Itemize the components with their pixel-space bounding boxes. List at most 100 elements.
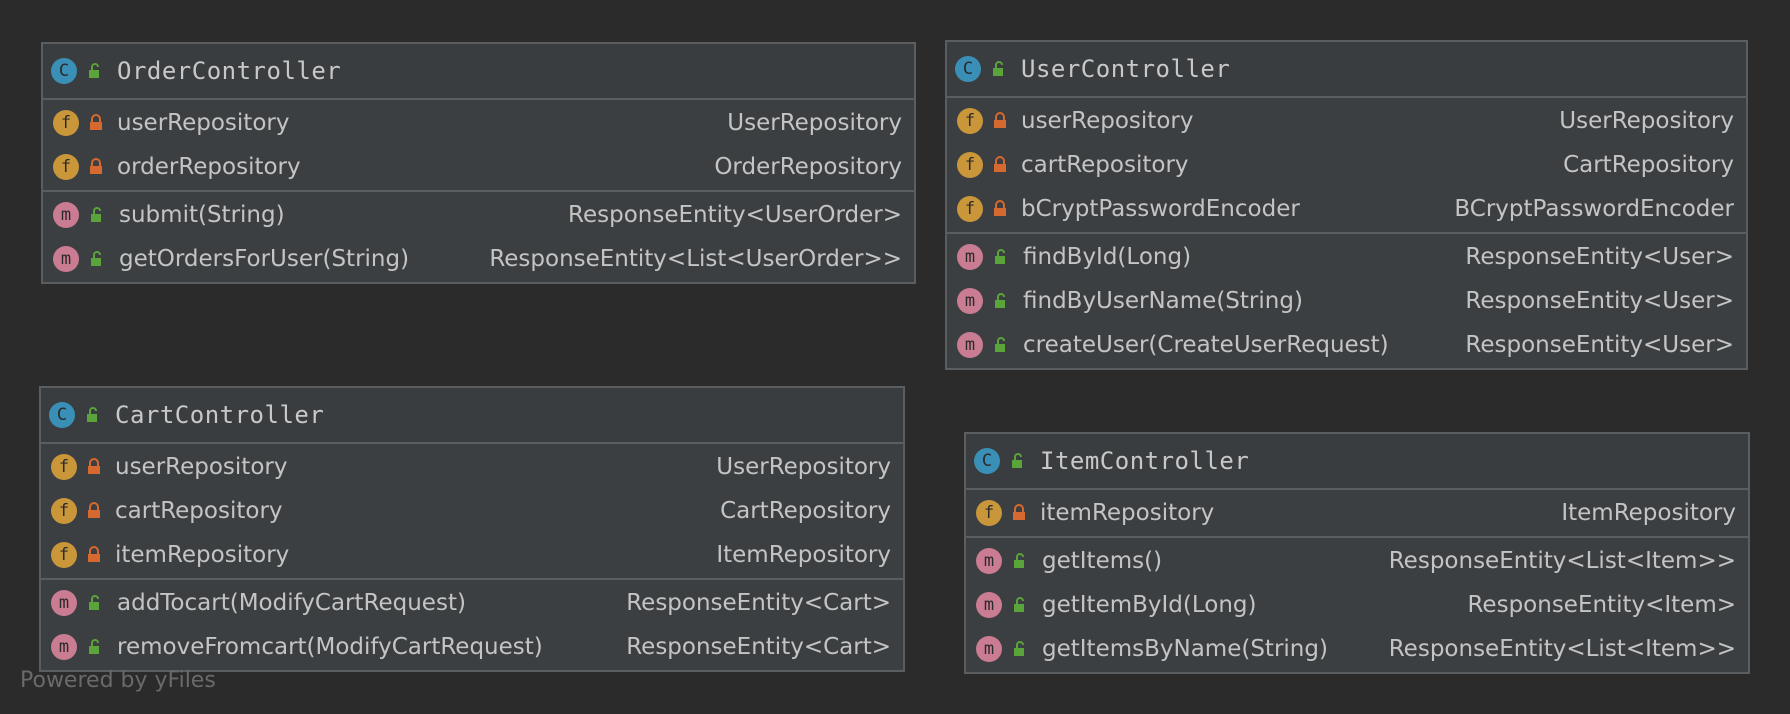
field-name: bCryptPasswordEncoder <box>1021 196 1300 222</box>
method-icon: m <box>976 592 1002 618</box>
field-name: cartRepository <box>115 498 283 524</box>
fields-section: f userRepository UserRepository f cartRe… <box>947 98 1746 234</box>
class-icon: C <box>974 448 1000 474</box>
method-name: submit(String) <box>119 202 285 228</box>
method-name: getItemsByName(String) <box>1042 636 1328 662</box>
field-name: userRepository <box>117 110 290 136</box>
field-type: ItemRepository <box>716 542 891 568</box>
method-return-type: ResponseEntity<List<Item>> <box>1388 636 1736 662</box>
field-row[interactable]: f cartRepository CartRepository <box>41 489 903 533</box>
public-lock-icon <box>89 250 105 268</box>
field-row[interactable]: f userRepository UserRepository <box>947 99 1746 143</box>
public-lock-icon <box>1012 552 1028 570</box>
field-row[interactable]: f userRepository UserRepository <box>41 445 903 489</box>
class-header[interactable]: C ItemController <box>966 434 1748 490</box>
method-row[interactable]: m getItemById(Long) ResponseEntity<Item> <box>966 583 1748 627</box>
fields-section: f userRepository UserRepository f orderR… <box>43 100 914 192</box>
class-icon: C <box>51 58 77 84</box>
class-header[interactable]: C OrderController <box>43 44 914 100</box>
method-row[interactable]: m createUser(CreateUserRequest) Response… <box>947 323 1746 367</box>
field-row[interactable]: f bCryptPasswordEncoder BCryptPasswordEn… <box>947 187 1746 231</box>
field-type: OrderRepository <box>714 154 902 180</box>
method-icon: m <box>53 202 79 228</box>
method-icon: m <box>957 288 983 314</box>
methods-section: m getItems() ResponseEntity<List<Item>> … <box>966 538 1748 672</box>
field-icon: f <box>51 542 77 568</box>
class-title: UserController <box>1021 55 1231 83</box>
method-return-type: ResponseEntity<List<Item>> <box>1388 548 1736 574</box>
method-name: findByUserName(String) <box>1023 288 1303 314</box>
method-row[interactable]: m getOrdersForUser(String) ResponseEntit… <box>43 237 914 281</box>
private-lock-icon <box>87 546 101 564</box>
field-icon: f <box>51 498 77 524</box>
method-name: createUser(CreateUserRequest) <box>1023 332 1389 358</box>
class-title: ItemController <box>1040 447 1250 475</box>
method-icon: m <box>957 332 983 358</box>
method-row[interactable]: m getItemsByName(String) ResponseEntity<… <box>966 627 1748 671</box>
method-name: removeFromcart(ModifyCartRequest) <box>117 634 543 660</box>
field-name: itemRepository <box>115 542 290 568</box>
private-lock-icon <box>89 114 103 132</box>
private-lock-icon <box>87 458 101 476</box>
method-icon: m <box>51 634 77 660</box>
method-return-type: ResponseEntity<Cart> <box>626 590 891 616</box>
field-icon: f <box>957 152 983 178</box>
item-controller-box[interactable]: C ItemController f itemRepository ItemRe… <box>964 432 1750 674</box>
methods-section: m findById(Long) ResponseEntity<User> m … <box>947 234 1746 368</box>
class-header[interactable]: C UserController <box>947 42 1746 98</box>
field-icon: f <box>53 110 79 136</box>
field-row[interactable]: f itemRepository ItemRepository <box>966 491 1748 535</box>
field-type: BCryptPasswordEncoder <box>1454 196 1734 222</box>
method-return-type: ResponseEntity<UserOrder> <box>568 202 902 228</box>
public-lock-icon <box>89 206 105 224</box>
method-row[interactable]: m findById(Long) ResponseEntity<User> <box>947 235 1746 279</box>
method-return-type: ResponseEntity<Cart> <box>626 634 891 660</box>
method-icon: m <box>51 590 77 616</box>
cart-controller-box[interactable]: C CartController f userRepository UserRe… <box>39 386 905 672</box>
field-icon: f <box>976 500 1002 526</box>
field-icon: f <box>957 196 983 222</box>
public-lock-icon <box>1010 452 1026 470</box>
field-icon: f <box>51 454 77 480</box>
public-lock-icon <box>87 594 103 612</box>
method-row[interactable]: m submit(String) ResponseEntity<UserOrde… <box>43 193 914 237</box>
method-return-type: ResponseEntity<User> <box>1465 288 1734 314</box>
method-row[interactable]: m removeFromcart(ModifyCartRequest) Resp… <box>41 625 903 669</box>
public-lock-icon <box>87 638 103 656</box>
method-row[interactable]: m addTocart(ModifyCartRequest) ResponseE… <box>41 581 903 625</box>
method-return-type: ResponseEntity<User> <box>1465 244 1734 270</box>
field-row[interactable]: f itemRepository ItemRepository <box>41 533 903 577</box>
method-return-type: ResponseEntity<List<UserOrder>> <box>489 246 902 272</box>
public-lock-icon <box>85 406 101 424</box>
method-icon: m <box>976 636 1002 662</box>
method-return-type: ResponseEntity<Item> <box>1467 592 1736 618</box>
private-lock-icon <box>1012 504 1026 522</box>
method-icon: m <box>53 246 79 272</box>
field-row[interactable]: f cartRepository CartRepository <box>947 143 1746 187</box>
order-controller-box[interactable]: C OrderController f userRepository UserR… <box>41 42 916 284</box>
method-row[interactable]: m getItems() ResponseEntity<List<Item>> <box>966 539 1748 583</box>
field-icon: f <box>53 154 79 180</box>
method-row[interactable]: m findByUserName(String) ResponseEntity<… <box>947 279 1746 323</box>
field-row[interactable]: f userRepository UserRepository <box>43 101 914 145</box>
method-icon: m <box>976 548 1002 574</box>
class-header[interactable]: C CartController <box>41 388 903 444</box>
method-return-type: ResponseEntity<User> <box>1465 332 1734 358</box>
field-type: UserRepository <box>727 110 902 136</box>
methods-section: m submit(String) ResponseEntity<UserOrde… <box>43 192 914 282</box>
field-type: CartRepository <box>1563 152 1734 178</box>
method-icon: m <box>957 244 983 270</box>
method-name: addTocart(ModifyCartRequest) <box>117 590 466 616</box>
private-lock-icon <box>87 502 101 520</box>
method-name: getItems() <box>1042 548 1163 574</box>
private-lock-icon <box>993 112 1007 130</box>
field-type: CartRepository <box>720 498 891 524</box>
public-lock-icon <box>1012 640 1028 658</box>
private-lock-icon <box>993 156 1007 174</box>
fields-section: f itemRepository ItemRepository <box>966 490 1748 538</box>
public-lock-icon <box>1012 596 1028 614</box>
user-controller-box[interactable]: C UserController f userRepository UserRe… <box>945 40 1748 370</box>
field-row[interactable]: f orderRepository OrderRepository <box>43 145 914 189</box>
class-title: OrderController <box>117 57 342 85</box>
class-icon: C <box>955 56 981 82</box>
